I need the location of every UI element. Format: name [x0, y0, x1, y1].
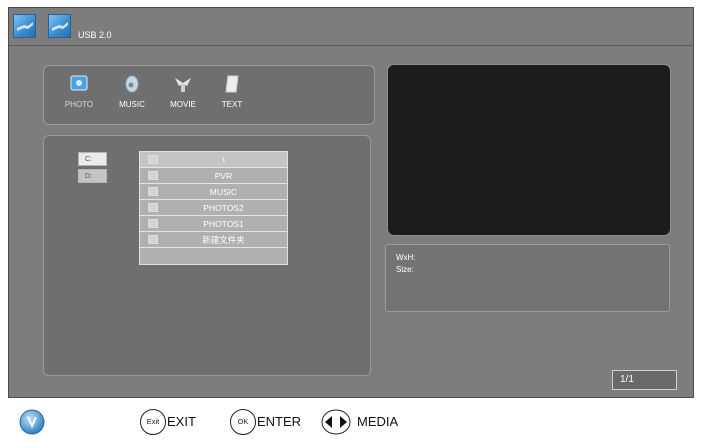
source-icon[interactable]: [19, 409, 45, 435]
usb-label: USB 2.0: [78, 30, 112, 40]
photo-icon: [70, 75, 88, 91]
folder-icon: [148, 203, 158, 212]
folder-icon: [148, 219, 158, 228]
tab-text[interactable]: TEXT: [207, 74, 257, 114]
movie-icon: [175, 78, 191, 92]
exit-label: EXIT: [167, 414, 196, 429]
exit-hint[interactable]: Exit EXIT: [140, 409, 210, 435]
folder-icon: [148, 235, 158, 244]
media-hint[interactable]: MEDIA: [321, 409, 411, 435]
file-name: \: [222, 155, 225, 165]
tab-movie[interactable]: MOVIE: [158, 74, 208, 114]
tab-music-label: MUSIC: [119, 100, 145, 109]
usb-icon[interactable]: [13, 14, 36, 38]
drive-d[interactable]: D:: [78, 169, 107, 183]
file-row-photos2[interactable]: PHOTOS2: [140, 200, 287, 216]
folder-icon: [148, 171, 158, 180]
text-icon: [225, 75, 239, 93]
file-name: MUSIC: [209, 187, 238, 197]
tab-music[interactable]: MUSIC: [107, 74, 157, 114]
info-panel: WxH: Size:: [385, 244, 670, 312]
enter-label: ENTER: [257, 414, 302, 429]
usb-device-icon[interactable]: [48, 14, 71, 38]
top-bar: USB 2.0: [9, 8, 693, 46]
file-browser-panel: C: D: \ PVR MUSIC PHOTOS2 PHOTOS1 新建文件夹: [43, 135, 371, 376]
media-label: MEDIA: [357, 414, 399, 429]
ok-key-icon: OK: [230, 409, 256, 435]
bottom-bar: Exit EXIT OK ENTER MEDIA: [0, 400, 701, 448]
folder-icon: [148, 187, 158, 196]
media-type-panel: PHOTO MUSIC MOVIE TEXT: [43, 65, 375, 125]
file-row-photos1[interactable]: PHOTOS1: [140, 216, 287, 232]
file-name: 新建文件夹: [202, 235, 245, 245]
tab-photo-label: PHOTO: [64, 100, 94, 109]
preview-pane: [387, 64, 671, 236]
file-row-empty: [140, 248, 287, 264]
music-icon: [125, 75, 139, 93]
file-row-music[interactable]: MUSIC: [140, 184, 287, 200]
tab-movie-label: MOVIE: [170, 100, 196, 109]
file-list: \ PVR MUSIC PHOTOS2 PHOTOS1 新建文件夹: [139, 151, 288, 265]
file-row-parent[interactable]: \: [140, 152, 287, 168]
file-name: PVR: [214, 171, 233, 181]
size-label: Size:: [396, 265, 414, 274]
file-row-pvr[interactable]: PVR: [140, 168, 287, 184]
enter-hint[interactable]: OK ENTER: [230, 409, 315, 435]
file-row-new-folder[interactable]: 新建文件夹: [140, 232, 287, 248]
tab-photo[interactable]: PHOTO: [54, 74, 104, 114]
tab-text-label: TEXT: [221, 100, 243, 109]
arrow-keys-icon: [321, 409, 351, 435]
exit-key-icon: Exit: [140, 409, 166, 435]
file-name: PHOTOS2: [203, 203, 244, 213]
parent-folder-icon: [148, 155, 158, 164]
drive-c[interactable]: C:: [78, 152, 107, 166]
page-indicator: 1/1: [612, 370, 677, 390]
file-name: PHOTOS1: [203, 219, 244, 229]
main-frame: USB 2.0 PHOTO MUSIC MOVIE TEXT C: D: \ P…: [8, 7, 694, 398]
wh-label: WxH:: [396, 253, 416, 262]
